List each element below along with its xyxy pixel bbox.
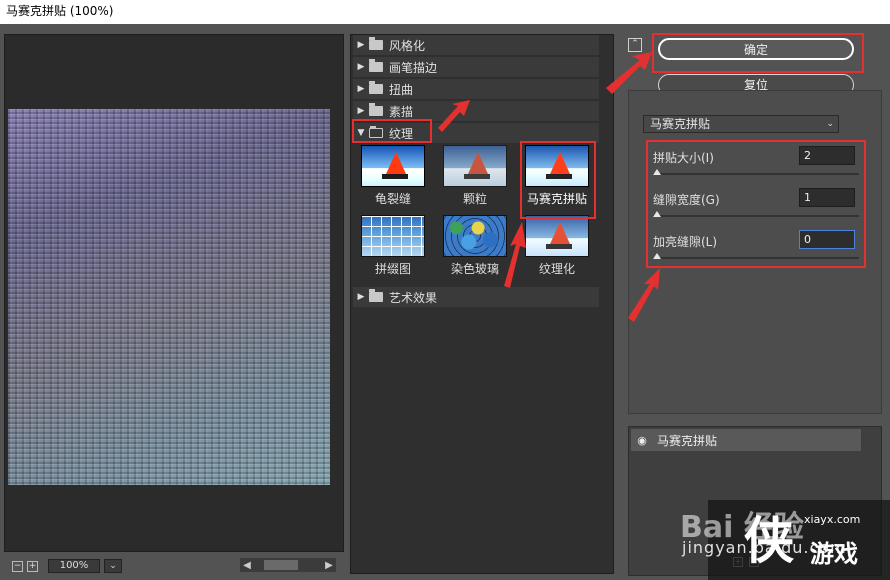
filter-thumbnail[interactable] — [361, 215, 425, 257]
collapse-triangle-icon[interactable]: ▼ — [353, 128, 369, 138]
filter-label: 龟裂缝 — [374, 192, 411, 206]
preview-image[interactable] — [8, 109, 330, 485]
lighten-grout-input[interactable]: 0 — [799, 230, 855, 249]
expand-triangle-icon[interactable]: ▶ — [353, 40, 369, 50]
category-sketch[interactable]: ▶ 素描 — [353, 101, 599, 121]
category-label: 艺术效果 — [389, 290, 438, 305]
expand-triangle-icon[interactable]: ▶ — [353, 106, 369, 116]
category-label: 纹理 — [389, 126, 414, 141]
expand-triangle-icon[interactable]: ▶ — [353, 62, 369, 72]
param-label: 加亮缝隙(L) — [653, 235, 718, 249]
window-title: 马赛克拼贴 (100%) — [0, 0, 890, 24]
category-label: 画笔描边 — [389, 60, 438, 75]
filter-select[interactable]: 马赛克拼贴 ⌄ — [643, 115, 839, 133]
settings-panel: ⌃ 确定 复位 马赛克拼贴 ⌄ 拼贴大小(I) 2 缝隙宽度(G) 1 加亮缝隙… — [620, 24, 890, 580]
filter-patchwork[interactable]: 拼缀图 — [359, 215, 427, 277]
lighten-grout-slider[interactable] — [653, 257, 859, 259]
filter-label: 颗粒 — [462, 192, 487, 206]
folder-icon — [369, 81, 383, 94]
filter-settings: 马赛克拼贴 ⌄ 拼贴大小(I) 2 缝隙宽度(G) 1 加亮缝隙(L) 0 — [628, 90, 882, 414]
param-tile-size: 拼贴大小(I) 2 — [653, 146, 859, 183]
param-grout-width: 缝隙宽度(G) 1 — [653, 188, 859, 225]
filter-label: 马赛克拼贴 — [526, 192, 587, 206]
effect-layer[interactable]: ◉ 马赛克拼贴 — [631, 429, 861, 451]
watermark-site: xiayx.com — [804, 513, 861, 526]
filter-thumbnail[interactable] — [361, 145, 425, 187]
expand-triangle-icon[interactable]: ▶ — [353, 292, 369, 302]
filter-label: 染色玻璃 — [450, 262, 499, 276]
filter-grain[interactable]: 颗粒 — [441, 145, 509, 207]
category-brush-strokes[interactable]: ▶ 画笔描边 — [353, 57, 599, 77]
filter-select-value: 马赛克拼贴 — [650, 117, 711, 131]
layer-label: 马赛克拼贴 — [657, 433, 718, 448]
category-distort[interactable]: ▶ 扭曲 — [353, 79, 599, 99]
zoom-dropdown-icon[interactable]: ⌄ — [104, 559, 122, 573]
zoom-out-button[interactable]: − — [12, 560, 23, 572]
filter-mosaic-tiles[interactable]: 马赛克拼贴 — [523, 145, 591, 207]
filter-craquelure[interactable]: 龟裂缝 — [359, 145, 427, 207]
filter-thumbnail[interactable] — [525, 145, 589, 187]
ok-button[interactable]: 确定 — [658, 38, 854, 60]
scroll-right-icon[interactable]: ▶ — [322, 560, 336, 571]
scroll-thumb[interactable] — [264, 560, 298, 570]
scroll-left-icon[interactable]: ◀ — [240, 560, 254, 571]
category-stylize[interactable]: ▶ 风格化 — [353, 35, 599, 55]
filter-label: 纹理化 — [538, 262, 575, 276]
filter-thumbnail[interactable] — [443, 215, 507, 257]
param-label: 拼贴大小(I) — [653, 151, 714, 165]
slider-knob[interactable] — [653, 169, 661, 175]
folder-icon — [369, 103, 383, 116]
tile-size-input[interactable]: 2 — [799, 146, 855, 165]
folder-icon — [369, 59, 383, 72]
tile-size-slider[interactable] — [653, 173, 859, 175]
collapse-gallery-icon[interactable]: ⌃ — [628, 38, 642, 52]
eye-icon[interactable]: ◉ — [631, 434, 653, 447]
watermark-game: 游戏 — [810, 540, 858, 568]
preview-pane[interactable] — [4, 34, 344, 552]
zoom-in-button[interactable]: + — [27, 560, 38, 572]
folder-icon — [369, 37, 383, 50]
slider-knob[interactable] — [653, 211, 661, 217]
folder-icon — [369, 289, 383, 302]
preview-scrollbar[interactable]: ◀ ▶ — [240, 558, 336, 572]
category-texture[interactable]: ▼ 纹理 — [353, 123, 599, 143]
category-label: 扭曲 — [389, 82, 414, 97]
grout-width-input[interactable]: 1 — [799, 188, 855, 207]
category-label: 素描 — [389, 104, 414, 119]
filter-texturizer[interactable]: 纹理化 — [523, 215, 591, 277]
expand-triangle-icon[interactable]: ▶ — [353, 84, 369, 94]
filter-thumbnail[interactable] — [525, 215, 589, 257]
chevron-down-icon: ⌄ — [826, 119, 834, 129]
slider-knob[interactable] — [653, 253, 661, 259]
category-artistic[interactable]: ▶ 艺术效果 — [353, 287, 599, 307]
filter-thumbnail[interactable] — [443, 145, 507, 187]
filter-stained-glass[interactable]: 染色玻璃 — [441, 215, 509, 277]
preview-toolbar: − + 100% ⌄ ◀ ▶ — [4, 556, 344, 576]
filter-browser: ▶ 风格化 ▶ 画笔描边 ▶ 扭曲 ▶ 素描 ▼ 纹理 龟裂缝 颗粒 马赛克拼贴… — [350, 34, 614, 574]
open-folder-icon — [369, 126, 383, 138]
grout-width-slider[interactable] — [653, 215, 859, 217]
param-lighten-grout: 加亮缝隙(L) 0 — [653, 230, 859, 267]
filter-label: 拼缀图 — [374, 262, 411, 276]
zoom-field[interactable]: 100% — [48, 559, 100, 573]
param-label: 缝隙宽度(G) — [653, 193, 720, 207]
watermark-brand: Bai 经验 — [680, 510, 804, 545]
category-label: 风格化 — [389, 38, 426, 53]
